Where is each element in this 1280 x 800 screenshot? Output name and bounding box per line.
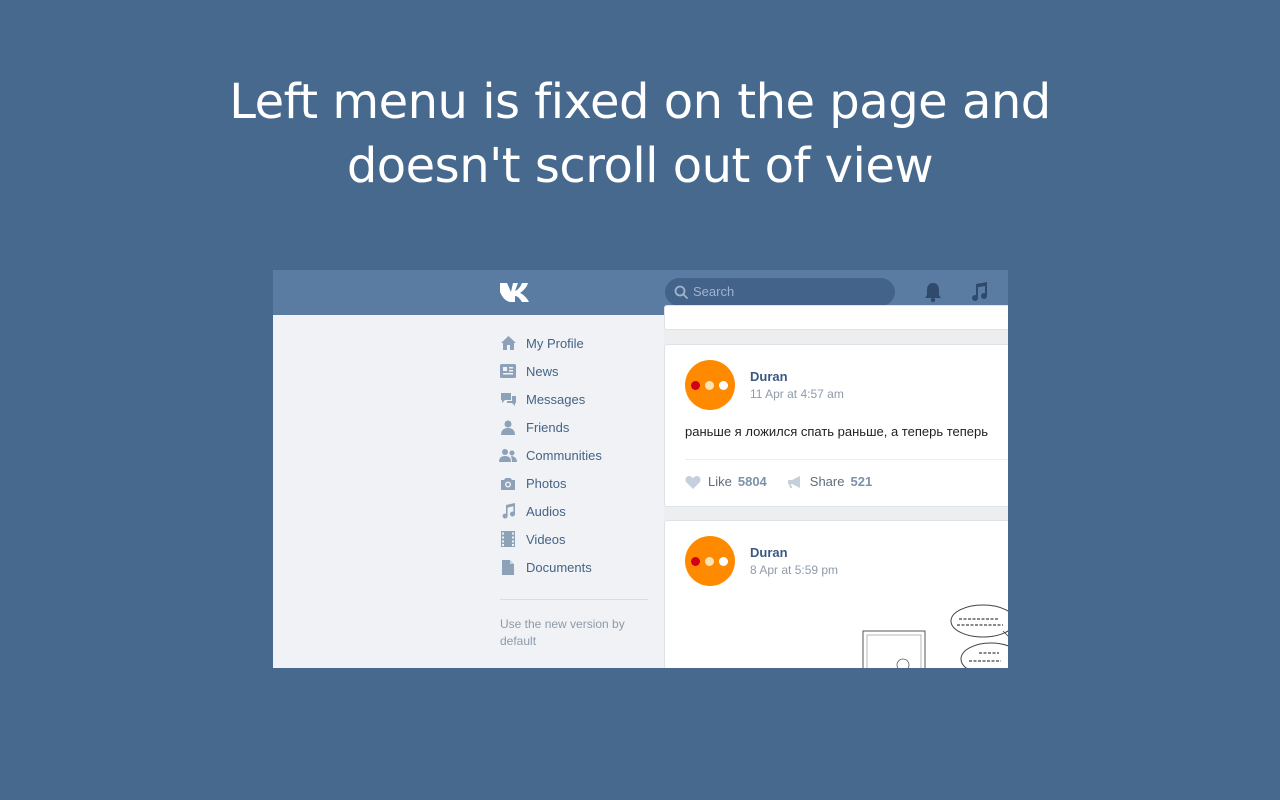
post-author[interactable]: Duran xyxy=(750,545,788,560)
menu-item-photos[interactable]: Photos xyxy=(499,469,659,497)
post-divider xyxy=(685,459,1008,460)
menu-label: Videos xyxy=(526,531,566,547)
avatar[interactable] xyxy=(685,536,735,586)
menu-item-communities[interactable]: Communities xyxy=(499,441,659,469)
music-note-icon xyxy=(499,502,517,520)
menu-label: Documents xyxy=(526,559,592,575)
vk-logo-icon[interactable] xyxy=(499,281,533,303)
post-card: Duran 11 Apr at 4:57 am раньше я ложился… xyxy=(664,344,1008,507)
menu-item-messages[interactable]: Messages xyxy=(499,385,659,413)
headline: Left menu is fixed on the page and doesn… xyxy=(0,70,1280,198)
camera-icon xyxy=(499,474,517,492)
news-feed: Duran 11 Apr at 4:57 am раньше я ложился… xyxy=(664,305,1008,668)
post-text: раньше я ложился спать раньше, а теперь … xyxy=(685,424,989,439)
share-label: Share xyxy=(809,474,845,489)
menu-item-videos[interactable]: Videos xyxy=(499,525,659,553)
like-label: Like xyxy=(708,474,732,489)
search-input[interactable]: Search xyxy=(665,278,895,306)
avatar[interactable] xyxy=(685,360,735,410)
friend-icon xyxy=(499,418,517,436)
communities-icon xyxy=(499,446,517,464)
search-placeholder: Search xyxy=(693,284,735,299)
left-menu: My Profile News Messages Friends Communi… xyxy=(499,329,659,581)
post-actions: Like 5804 Share 521 xyxy=(685,474,892,489)
post-date[interactable]: 11 Apr at 4:57 am xyxy=(750,387,844,401)
menu-item-documents[interactable]: Documents xyxy=(499,553,659,581)
menu-label: News xyxy=(526,363,559,379)
post-author[interactable]: Duran xyxy=(750,369,788,384)
headline-line-2: doesn't scroll out of view xyxy=(346,138,934,194)
heart-icon xyxy=(685,475,701,489)
comic-image[interactable] xyxy=(855,601,1008,668)
menu-item-audios[interactable]: Audios xyxy=(499,497,659,525)
new-version-link[interactable]: Use the new version by default xyxy=(500,616,640,650)
menu-item-my-profile[interactable]: My Profile xyxy=(499,329,659,357)
home-icon xyxy=(499,334,517,352)
menu-label: Audios xyxy=(526,503,566,519)
post-card-previous xyxy=(664,305,1008,330)
left-panel: My Profile News Messages Friends Communi… xyxy=(273,315,664,668)
menu-label: My Profile xyxy=(526,335,584,351)
headline-line-1: Left menu is fixed on the page and xyxy=(229,74,1051,130)
menu-item-friends[interactable]: Friends xyxy=(499,413,659,441)
share-count: 521 xyxy=(850,474,873,489)
bell-icon[interactable] xyxy=(923,281,943,303)
music-icon[interactable] xyxy=(969,281,989,303)
menu-label: Communities xyxy=(526,447,602,463)
vk-screenshot: Search My Profile News Messages Friends … xyxy=(273,270,1008,668)
document-icon xyxy=(499,558,517,576)
news-icon xyxy=(499,362,517,380)
film-icon xyxy=(499,530,517,548)
menu-label: Friends xyxy=(526,419,570,435)
megaphone-icon xyxy=(787,475,800,488)
menu-label: Messages xyxy=(526,391,586,407)
like-button[interactable]: Like 5804 xyxy=(685,474,767,489)
menu-label: Photos xyxy=(526,475,567,491)
menu-divider xyxy=(500,599,648,600)
messages-icon xyxy=(499,390,517,408)
post-date[interactable]: 8 Apr at 5:59 pm xyxy=(750,563,838,577)
share-button[interactable]: Share 521 xyxy=(787,474,872,489)
like-count: 5804 xyxy=(737,474,767,489)
search-icon xyxy=(674,285,688,299)
menu-item-news[interactable]: News xyxy=(499,357,659,385)
post-card: Duran 8 Apr at 5:59 pm xyxy=(664,520,1008,668)
